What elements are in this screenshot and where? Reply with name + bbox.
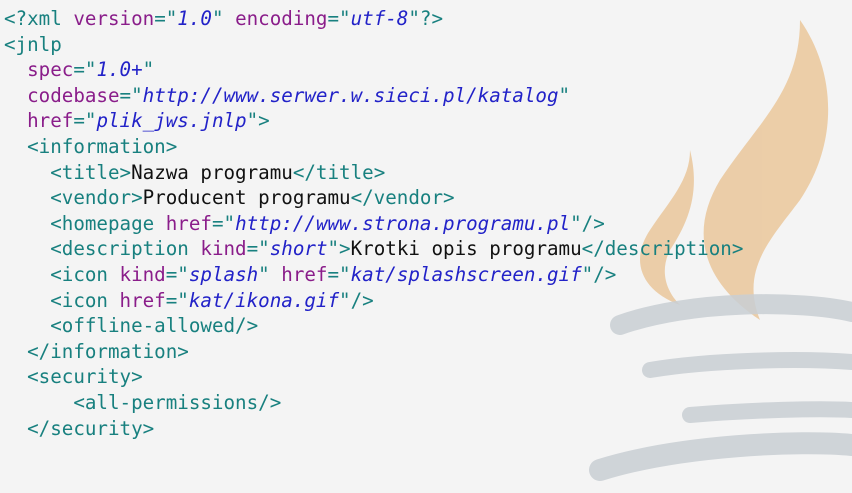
code-line-jnlp-open: <jnlp [4,32,62,56]
code-line-href: href="plik_jws.jnlp"> [27,109,270,133]
code-line-vendor: <vendor>Producent programu</vendor> [50,186,455,210]
java-cup-saucer [589,432,852,481]
code-line-homepage: <homepage href="http://www.strona.progra… [50,211,605,235]
code-line-icon-splash: <icon kind="splash" href="kat/splashscre… [50,262,617,286]
code-line-title: <title>Nazwa programu</title> [50,160,386,184]
code-line-codebase: codebase="http://www.serwer.w.sieci.pl/k… [27,83,571,107]
code-line-description: <description kind="short">Krotki opis pr… [50,237,744,261]
code-line-icon: <icon href="kat/ikona.gif"/> [50,288,374,312]
code-line-information-close: </information> [27,339,189,363]
code-line-offline-allowed: <offline-allowed/> [50,314,259,338]
code-line-security-close: </security> [27,416,155,440]
code-line-xml-declaration: <?xml version="1.0" encoding="utf-8"?> [4,7,444,30]
code-line-spec: spec="1.0+" [27,58,155,82]
jnlp-code-listing: <?xml version="1.0" encoding="utf-8"?> <j… [4,6,743,441]
code-line-information-open: <information> [27,134,178,158]
code-line-security-open: <security> [27,365,143,389]
code-line-all-permissions: <all-permissions/> [73,390,282,414]
